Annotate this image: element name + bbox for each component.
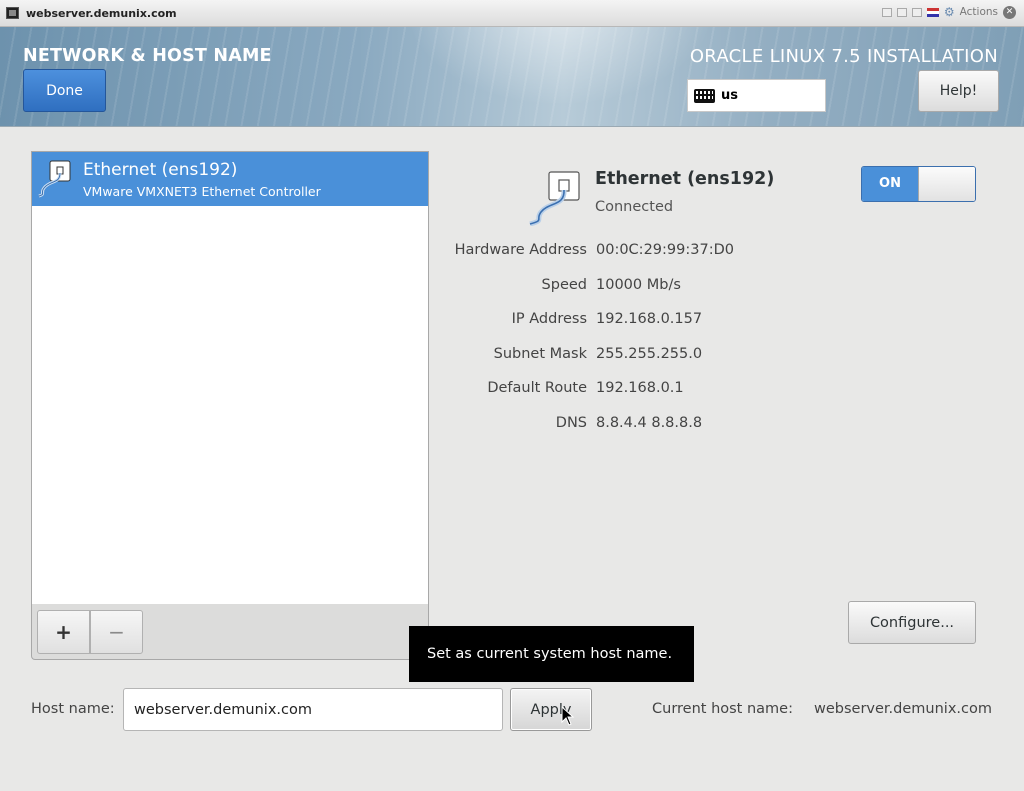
dns-label: DNS <box>555 415 587 431</box>
fullscreen-icon[interactable] <box>911 7 922 17</box>
product-title: ORACLE LINUX 7.5 INSTALLATION <box>689 46 998 67</box>
help-button[interactable]: Help! <box>918 70 999 112</box>
window-title: webserver.demunix.com <box>26 7 177 20</box>
subnet-mask-label: Subnet Mask <box>493 346 587 362</box>
default-route-label: Default Route <box>487 380 587 396</box>
window-controls: ⚙ Actions ✕ <box>881 5 1016 19</box>
keyboard-icon <box>694 88 715 103</box>
ethernet-icon <box>38 160 71 198</box>
current-host-name-label: Current host name: <box>652 701 793 717</box>
actions-menu[interactable]: Actions <box>960 6 998 18</box>
restore-icon[interactable] <box>896 7 907 17</box>
default-route-value: 192.168.0.1 <box>596 380 684 396</box>
ip-address-value: 192.168.0.157 <box>596 311 703 327</box>
keyboard-layout-label: us <box>721 88 738 103</box>
toggle-on-label: ON <box>862 167 918 201</box>
terminal-icon <box>6 7 19 19</box>
apply-button[interactable]: Apply <box>510 688 592 731</box>
screenshot-icon[interactable] <box>881 7 892 17</box>
host-name-input[interactable] <box>123 688 503 731</box>
add-device-button[interactable]: + <box>37 610 90 654</box>
speed-label: Speed <box>541 277 587 293</box>
device-list: Ethernet (ens192) VMware VMXNET3 Etherne… <box>31 151 429 605</box>
device-list-toolbar: + − <box>31 604 429 660</box>
ip-address-label: IP Address <box>511 311 587 327</box>
device-description: VMware VMXNET3 Ethernet Controller <box>83 184 321 199</box>
mouse-cursor-icon <box>561 706 575 726</box>
current-host-name-value: webserver.demunix.com <box>814 701 992 717</box>
header-banner: NETWORK & HOST NAME ORACLE LINUX 7.5 INS… <box>0 27 1024 127</box>
ethernet-large-icon <box>529 171 580 226</box>
toggle-knob[interactable] <box>918 167 975 201</box>
flag-icon[interactable] <box>926 7 939 17</box>
dns-value: 8.8.4.4 8.8.8.8 <box>596 415 703 431</box>
device-item-ens192[interactable]: Ethernet (ens192) VMware VMXNET3 Etherne… <box>32 152 428 206</box>
gear-icon[interactable]: ⚙ <box>944 5 955 19</box>
device-toggle-switch[interactable]: ON <box>861 166 976 202</box>
done-button[interactable]: Done <box>23 69 106 112</box>
close-icon[interactable]: ✕ <box>1003 5 1016 19</box>
apply-tooltip: Set as current system host name. <box>409 626 694 682</box>
hardware-address-label: Hardware Address <box>454 242 587 258</box>
configure-button[interactable]: Configure... <box>848 601 976 644</box>
keyboard-layout-indicator[interactable]: us <box>687 79 826 112</box>
connection-status: Connected <box>595 199 674 215</box>
window-titlebar: webserver.demunix.com ⚙ Actions ✕ <box>0 0 1024 27</box>
subnet-mask-value: 255.255.255.0 <box>596 346 703 362</box>
host-name-label: Host name: <box>31 701 115 717</box>
speed-value: 10000 Mb/s <box>596 277 681 293</box>
page-title: NETWORK & HOST NAME <box>23 46 272 66</box>
detail-device-name: Ethernet (ens192) <box>595 169 775 189</box>
device-name: Ethernet (ens192) <box>83 160 238 180</box>
remove-device-button[interactable]: − <box>90 610 143 654</box>
hardware-address-value: 00:0C:29:99:37:D0 <box>596 242 734 258</box>
